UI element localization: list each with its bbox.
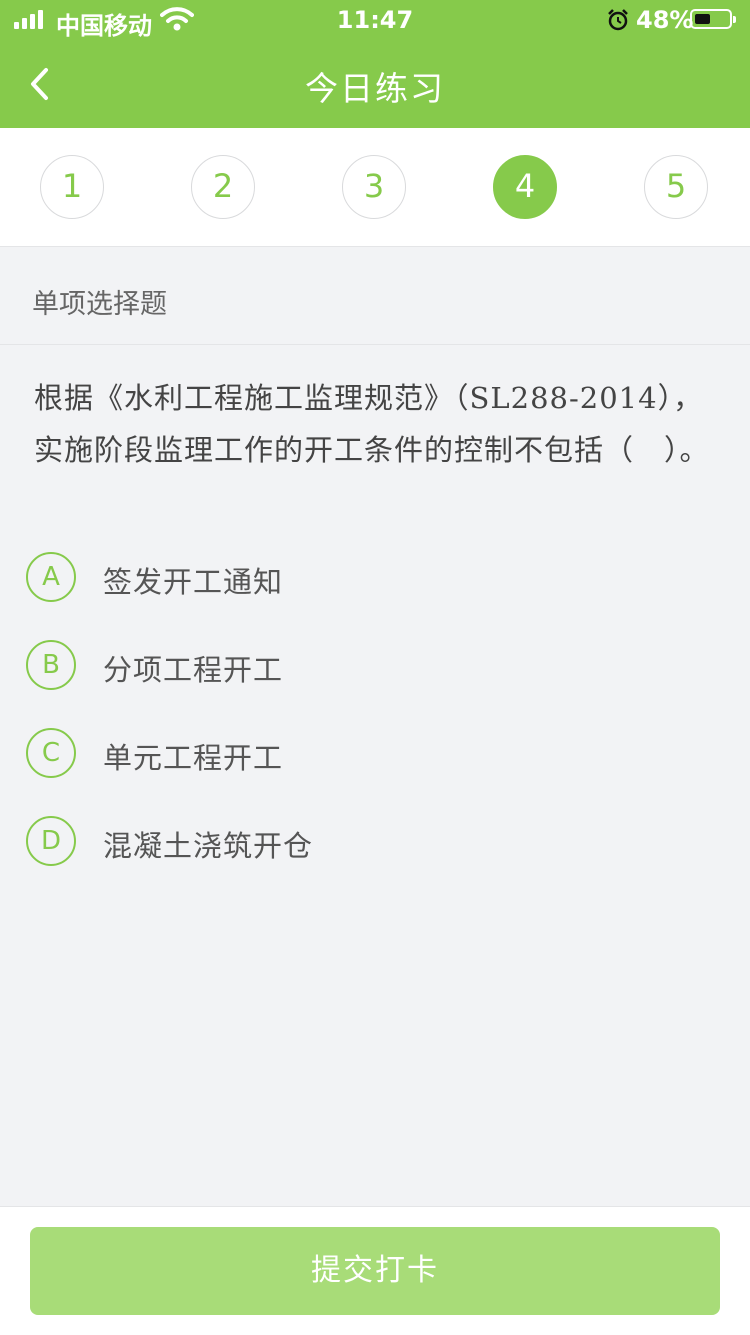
- step-3[interactable]: 3: [342, 155, 406, 219]
- step-2[interactable]: 2: [191, 155, 255, 219]
- battery-level: [695, 14, 710, 24]
- option-letter-a: A: [26, 552, 76, 602]
- step-5[interactable]: 5: [644, 155, 708, 219]
- footer-bar: 提交打卡: [0, 1206, 750, 1335]
- page-title: 今日练习: [305, 69, 445, 108]
- alarm-icon: [608, 9, 628, 31]
- step-1[interactable]: 1: [40, 155, 104, 219]
- app-header: 中国移动 11:47 48% 今日练习: [0, 0, 750, 128]
- option-c[interactable]: C 单元工程开工: [26, 728, 526, 780]
- nav-bar: 今日练习: [0, 40, 750, 128]
- option-text-c: 单元工程开工: [103, 741, 284, 775]
- question-text: 根据《水利工程施工监理规范》（SL288-2014），实施阶段监理工作的开工条件…: [34, 381, 710, 467]
- option-d[interactable]: D 混凝土浇筑开仓: [26, 816, 526, 868]
- step-4[interactable]: 4: [493, 155, 557, 219]
- submit-checkin-button[interactable]: 提交打卡: [30, 1227, 720, 1315]
- question-step-nav: 1 2 3 4 5: [0, 128, 750, 247]
- option-text-a: 签发开工通知: [103, 565, 284, 599]
- battery-percent: 48%: [636, 6, 694, 34]
- option-letter-b: B: [26, 640, 76, 690]
- status-bar: 中国移动 11:47 48%: [0, 0, 750, 40]
- option-text-d: 混凝土浇筑开仓: [103, 829, 314, 863]
- question-type-label: 单项选择题: [32, 289, 167, 320]
- option-a[interactable]: A 签发开工通知: [26, 552, 526, 604]
- question-type-bar: 单项选择题: [0, 248, 750, 345]
- option-letter-d: D: [26, 816, 76, 866]
- option-text-b: 分项工程开工: [103, 653, 284, 687]
- battery-icon: [690, 9, 736, 29]
- option-b[interactable]: B 分项工程开工: [26, 640, 526, 692]
- option-letter-c: C: [26, 728, 76, 778]
